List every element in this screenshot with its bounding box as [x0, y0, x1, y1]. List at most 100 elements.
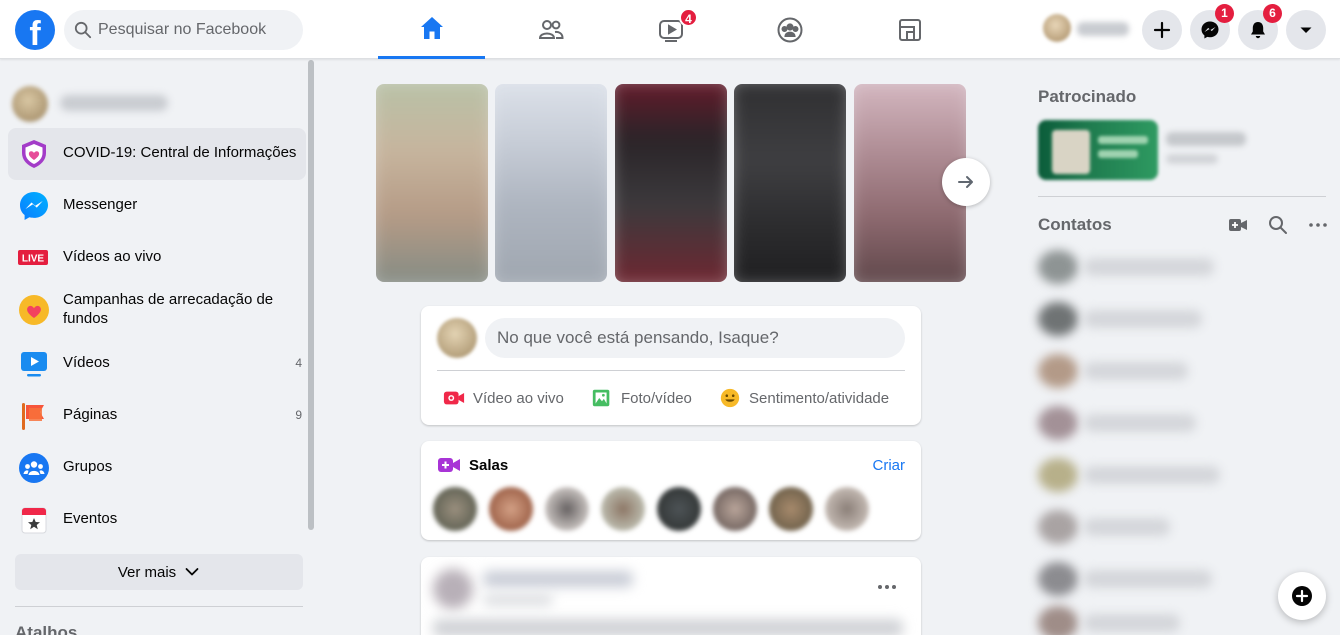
tab-watch[interactable]: 4 [617, 0, 724, 59]
avatar [1038, 458, 1078, 492]
tab-friends[interactable] [497, 0, 604, 59]
see-more-label: Ver mais [117, 563, 177, 581]
sidebar-item-count: 9 [295, 408, 302, 422]
sidebar-item-label: Campanhas de arrecadação de fundos [63, 291, 274, 327]
new-room-icon[interactable] [1227, 214, 1249, 236]
avatar [1043, 14, 1071, 42]
sidebar-item-live-videos[interactable]: LIVE Vídeos ao vivo [8, 232, 306, 284]
sidebar-item-pages[interactable]: Páginas 9 [8, 390, 306, 442]
contact-item[interactable] [1036, 244, 1256, 288]
ad-title-blurred[interactable] [1166, 132, 1246, 146]
facebook-logo[interactable]: f [15, 10, 55, 50]
avatar[interactable] [657, 487, 701, 531]
divider [1038, 196, 1326, 197]
avatar[interactable] [769, 487, 813, 531]
sidebar-item-label: Messenger [63, 196, 138, 213]
post-text-blurred [433, 619, 903, 635]
avatar[interactable] [825, 487, 869, 531]
search-box[interactable] [64, 10, 303, 50]
sidebar-item-covid[interactable]: COVID-19: Central de Informações [8, 128, 306, 180]
avatar[interactable] [433, 569, 473, 609]
avatar [1038, 354, 1078, 388]
contact-item[interactable] [1036, 600, 1256, 635]
story-card[interactable] [615, 84, 727, 282]
avatar [1038, 606, 1078, 635]
sidebar-item-groups[interactable]: Grupos [8, 442, 306, 494]
contact-item[interactable] [1036, 348, 1256, 392]
tab-groups[interactable] [736, 0, 843, 59]
more-options-icon[interactable] [1307, 214, 1329, 236]
composer-input[interactable] [485, 318, 905, 358]
contact-item[interactable] [1036, 504, 1256, 548]
avatar[interactable] [489, 487, 533, 531]
messenger-icon [1201, 21, 1219, 39]
notifications-button[interactable]: 6 [1238, 4, 1282, 50]
photo-video-button[interactable]: Foto/vídeo [591, 382, 692, 414]
scrollbar[interactable] [308, 60, 314, 530]
create-button[interactable] [1142, 10, 1182, 50]
more-options-icon[interactable] [875, 575, 899, 599]
left-sidebar: COVID-19: Central de Informações Messeng… [0, 60, 316, 635]
avatar[interactable] [12, 86, 48, 122]
shortcuts-title: Atalhos [15, 623, 78, 635]
avatar[interactable] [437, 318, 477, 358]
create-room-link[interactable]: Criar [873, 457, 906, 474]
story-thumbnail [376, 84, 488, 282]
sidebar-item-events[interactable]: Eventos [8, 494, 306, 546]
search-icon [74, 21, 92, 39]
groups-icon [777, 17, 802, 42]
sidebar-item-messenger[interactable]: Messenger [8, 180, 306, 232]
action-label: Vídeo ao vivo [473, 389, 564, 407]
account-menu-button[interactable] [1286, 10, 1326, 50]
rooms-card: Salas Criar [421, 441, 921, 540]
sidebar-item-label: Grupos [63, 458, 113, 475]
post-meta-blurred [483, 595, 553, 605]
avatar[interactable] [545, 487, 589, 531]
story-card[interactable] [734, 84, 846, 282]
contact-item[interactable] [1036, 296, 1256, 340]
video-play-icon [21, 352, 47, 377]
divider [15, 606, 303, 607]
search-input[interactable] [98, 10, 298, 50]
ad-thumbnail[interactable] [1038, 120, 1158, 180]
stories-next-button[interactable] [942, 158, 990, 206]
tab-gaming[interactable] [856, 0, 963, 59]
sidebar-item-fundraisers[interactable]: Campanhas de arrecadação de fundos [8, 284, 306, 336]
story-thumbnail [495, 84, 607, 282]
post-composer: Vídeo ao vivo Foto/vídeo Sentimento/ativ… [421, 306, 921, 425]
story-thumbnail [734, 84, 846, 282]
story-card[interactable] [495, 84, 607, 282]
avatar [1038, 406, 1078, 440]
sponsored-title: Patrocinado [1038, 87, 1137, 106]
fundraiser-heart-icon [19, 295, 49, 325]
avatar [1038, 510, 1078, 544]
messenger-button[interactable]: 1 [1190, 4, 1234, 50]
contacts-title: Contatos [1038, 215, 1112, 234]
search-icon[interactable] [1267, 214, 1289, 236]
sidebar-item-videos[interactable]: Vídeos 4 [8, 338, 306, 390]
feed-post [421, 557, 921, 635]
contact-name-blurred [1084, 614, 1180, 632]
chevron-down-icon [1300, 27, 1312, 33]
contact-item[interactable] [1036, 556, 1256, 600]
live-video-button[interactable]: Vídeo ao vivo [443, 382, 564, 414]
new-message-button[interactable] [1278, 572, 1326, 620]
feeling-activity-button[interactable]: Sentimento/atividade [719, 382, 889, 414]
avatar[interactable] [713, 487, 757, 531]
profile-name-blurred[interactable] [60, 95, 168, 111]
contact-item[interactable] [1036, 452, 1256, 496]
sidebar-item-label: Vídeos ao vivo [63, 248, 162, 265]
groups-icon [19, 453, 49, 483]
tab-home[interactable] [378, 0, 485, 59]
see-more-button[interactable]: Ver mais [15, 554, 303, 590]
feeling-icon [720, 388, 740, 408]
post-author-blurred [483, 571, 633, 587]
story-card[interactable] [376, 84, 488, 282]
contact-item[interactable] [1036, 400, 1256, 444]
chevron-down-icon [185, 568, 199, 576]
avatar[interactable] [601, 487, 645, 531]
story-thumbnail [615, 84, 727, 282]
profile-button[interactable] [1043, 12, 1135, 48]
avatar [1038, 302, 1078, 336]
avatar[interactable] [433, 487, 477, 531]
